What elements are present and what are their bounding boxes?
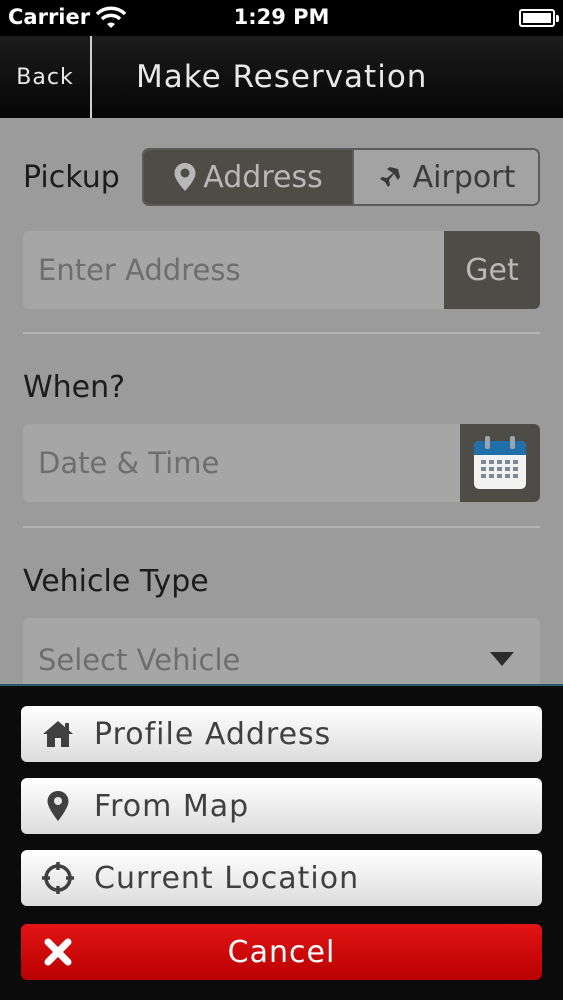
- from-map-button[interactable]: From Map: [21, 778, 542, 834]
- reservation-form: Pickup Address Airport Enter Address Get…: [0, 118, 563, 684]
- address-field[interactable]: Enter Address Get: [23, 231, 540, 309]
- clock: 1:29 PM: [233, 5, 330, 29]
- segment-address[interactable]: Address: [144, 150, 352, 204]
- get-address-button[interactable]: Get: [444, 231, 540, 309]
- battery-icon: [519, 9, 559, 27]
- current-location-label: Current Location: [94, 860, 360, 896]
- airplane-icon: [379, 165, 405, 187]
- pickup-type-segmented-control: Address Airport: [142, 148, 540, 206]
- segment-address-label: Address: [203, 159, 323, 195]
- pickup-label: Pickup: [23, 160, 120, 195]
- current-location-button[interactable]: Current Location: [21, 850, 542, 906]
- when-label: When?: [23, 370, 126, 405]
- page-title: Make Reservation: [136, 59, 428, 95]
- cancel-label: Cancel: [227, 934, 336, 970]
- home-icon: [41, 718, 75, 750]
- calendar-button[interactable]: [460, 424, 540, 502]
- segment-airport[interactable]: Airport: [352, 150, 538, 204]
- date-time-field[interactable]: Date & Time: [23, 424, 540, 502]
- crosshair-icon: [41, 862, 75, 894]
- segment-airport-label: Airport: [412, 159, 516, 195]
- status-bar: Carrier 1:29 PM: [0, 0, 563, 36]
- navigation-bar: Back Make Reservation: [0, 36, 563, 118]
- from-map-label: From Map: [94, 788, 250, 824]
- divider: [23, 332, 540, 334]
- address-placeholder: Enter Address: [38, 253, 241, 287]
- divider: [23, 526, 540, 528]
- cancel-button[interactable]: Cancel: [21, 924, 542, 980]
- profile-address-label: Profile Address: [94, 716, 332, 752]
- action-sheet: Profile Address From Map Current Locatio…: [0, 684, 563, 1000]
- calendar-icon: [474, 436, 526, 489]
- vehicle-select[interactable]: Select Vehicle: [23, 618, 540, 684]
- date-time-placeholder: Date & Time: [38, 446, 220, 480]
- chevron-down-icon: [490, 652, 514, 666]
- vehicle-type-label: Vehicle Type: [23, 564, 209, 599]
- profile-address-button[interactable]: Profile Address: [21, 706, 542, 762]
- back-button[interactable]: Back: [0, 36, 92, 118]
- map-pin-icon: [174, 163, 196, 191]
- map-pin-icon: [41, 790, 75, 822]
